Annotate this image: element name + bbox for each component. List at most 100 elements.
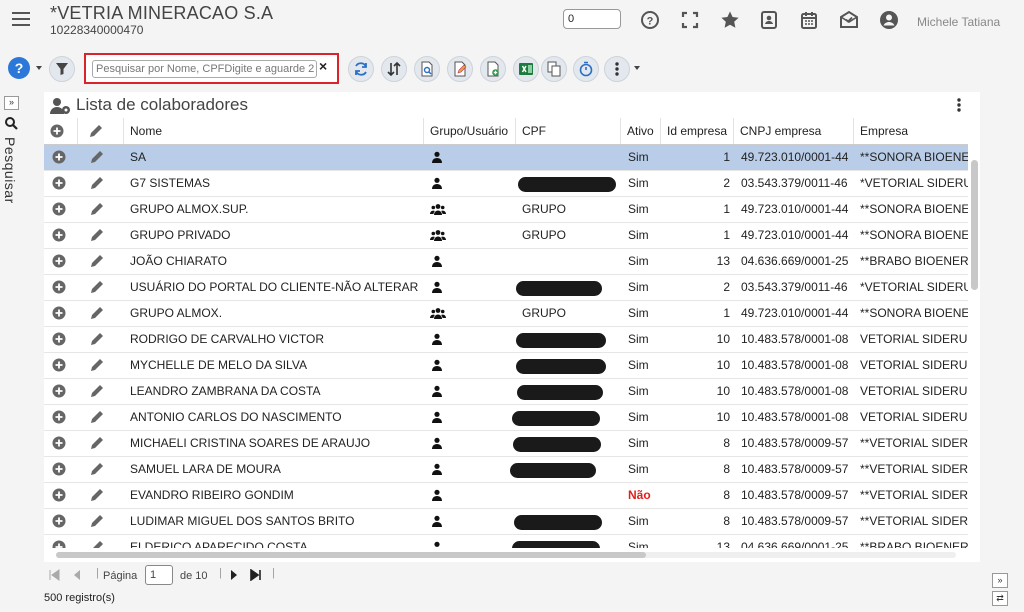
add-circle-icon[interactable]	[52, 176, 66, 190]
row-edit-cell[interactable]	[89, 145, 117, 174]
row-edit-cell[interactable]	[89, 301, 117, 330]
pencil-icon[interactable]	[89, 435, 105, 451]
table-row[interactable]: MYCHELLE DE MELO DA SILVA Sim 10 10.483.578…	[44, 353, 968, 379]
table-row[interactable]: G7 SISTEMAS Sim 2 03.543.379/0011-46 *VETORI…	[44, 171, 968, 197]
row-edit-cell[interactable]	[89, 457, 117, 486]
table-row[interactable]: RODRIGO DE CARVALHO VICTOR Sim 10 10.483.57…	[44, 327, 968, 353]
pencil-icon[interactable]	[89, 461, 105, 477]
table-row[interactable]: MICHAELI CRISTINA SOARES DE ARAUJO Sim 8 10…	[44, 431, 968, 457]
table-row[interactable]: USUÁRIO DO PORTAL DO CLIENTE-NÃO ALTERAR…	[44, 275, 968, 301]
table-row[interactable]: LUDIMAR MIGUEL DOS SANTOS BRITO Sim 8 10.48…	[44, 509, 968, 535]
pencil-icon[interactable]	[89, 149, 105, 165]
table-row[interactable]: SAMUEL LARA DE MOURA Sim 8 10.483.578/0009-…	[44, 457, 968, 483]
add-circle-icon[interactable]	[52, 306, 66, 320]
col-name[interactable]: Nome	[124, 118, 424, 144]
add-circle-icon[interactable]	[52, 358, 66, 372]
col-id-empresa[interactable]: Id empresa	[661, 118, 734, 144]
expand-right-button[interactable]: »	[992, 573, 1008, 588]
add-circle-icon[interactable]	[52, 462, 66, 476]
side-search-tab[interactable]: » Pesquisar	[0, 94, 20, 234]
add-circle-icon[interactable]	[52, 514, 66, 528]
menu-icon[interactable]	[12, 12, 30, 28]
vertical-scrollbar[interactable]	[971, 144, 979, 544]
chevron-down-icon[interactable]	[36, 66, 42, 70]
add-circle-icon[interactable]	[52, 332, 66, 346]
pencil-icon[interactable]	[89, 513, 105, 529]
next-page-icon[interactable]	[229, 569, 239, 581]
search-input[interactable]: Pesquisar por Nome, CPFDigite e aguarde …	[92, 60, 317, 78]
col-cpf[interactable]: CPF	[516, 118, 621, 144]
add-circle-icon[interactable]	[52, 488, 66, 502]
row-edit-cell[interactable]	[89, 223, 117, 252]
swap-icon[interactable]: ⇄	[992, 591, 1008, 606]
table-row[interactable]: GRUPO ALMOX.SUP. GRUPO Sim 1 49.723.010/0001…	[44, 197, 968, 223]
help-button[interactable]: ?	[8, 57, 30, 79]
pencil-icon[interactable]	[89, 253, 105, 269]
pencil-icon[interactable]	[89, 279, 105, 295]
row-edit-cell[interactable]	[89, 379, 117, 408]
add-circle-icon[interactable]	[50, 124, 64, 138]
col-cnpj[interactable]: CNPJ empresa	[734, 118, 854, 144]
table-row[interactable]: GRUPO PRIVADO GRUPO Sim 1 49.723.010/0001-44…	[44, 223, 968, 249]
user-avatar-icon[interactable]	[879, 10, 899, 30]
pencil-icon[interactable]	[89, 227, 105, 243]
pencil-icon[interactable]	[89, 409, 105, 425]
row-edit-cell[interactable]	[89, 535, 117, 548]
pencil-icon[interactable]	[89, 383, 105, 399]
table-row[interactable]: EVANDRO RIBEIRO GONDIM Não 8 10.483.578/000…	[44, 483, 968, 509]
prev-page-icon[interactable]	[72, 569, 82, 581]
pencil-icon[interactable]	[89, 305, 105, 321]
row-add-cell[interactable]	[52, 535, 80, 548]
vertical-scroll-thumb[interactable]	[971, 160, 978, 290]
table-row[interactable]: LEANDRO ZAMBRANA DA COSTA Sim 10 10.483.578…	[44, 379, 968, 405]
pencil-icon[interactable]	[89, 357, 105, 373]
expand-side-button[interactable]: »	[4, 96, 19, 110]
pencil-icon[interactable]	[89, 487, 105, 503]
col-empresa[interactable]: Empresa	[854, 118, 968, 144]
counter-input[interactable]: 0	[563, 9, 621, 29]
fullscreen-icon[interactable]	[680, 10, 700, 30]
panel-menu-icon[interactable]	[956, 97, 962, 113]
add-circle-icon[interactable]	[52, 254, 66, 268]
add-circle-icon[interactable]	[52, 540, 66, 548]
row-edit-cell[interactable]	[89, 171, 117, 200]
row-edit-cell[interactable]	[89, 405, 117, 434]
add-circle-icon[interactable]	[52, 280, 66, 294]
row-edit-cell[interactable]	[89, 431, 117, 460]
clear-search-icon[interactable]: ×	[319, 58, 327, 74]
contacts-icon[interactable]	[759, 10, 779, 30]
row-edit-cell[interactable]	[89, 327, 117, 356]
row-edit-cell[interactable]	[89, 353, 117, 382]
add-circle-icon[interactable]	[52, 228, 66, 242]
table-row[interactable]: ANTONIO CARLOS DO NASCIMENTO Sim 10 10.483.…	[44, 405, 968, 431]
pencil-icon[interactable]	[89, 539, 105, 548]
row-edit-cell[interactable]	[89, 483, 117, 512]
filter-button[interactable]	[49, 56, 75, 82]
last-page-icon[interactable]	[250, 569, 262, 581]
first-page-icon[interactable]	[48, 569, 60, 581]
table-row[interactable]: GRUPO ALMOX. GRUPO Sim 1 49.723.010/0001-44 *…	[44, 301, 968, 327]
mail-check-icon[interactable]	[839, 10, 859, 30]
row-edit-cell[interactable]	[89, 275, 117, 304]
col-ativo[interactable]: Ativo	[621, 118, 661, 144]
row-edit-cell[interactable]	[89, 197, 117, 226]
user-name[interactable]: Michele Tatiana	[917, 15, 1000, 29]
table-row[interactable]: JOÃO CHIARATO Sim 13 04.636.669/0001-25 **BR…	[44, 249, 968, 275]
pencil-icon[interactable]	[89, 175, 105, 191]
pencil-icon[interactable]	[89, 331, 105, 347]
table-row[interactable]: SA Sim 1 49.723.010/0001-44 **SONORA BIOENER…	[44, 145, 968, 171]
calendar-icon[interactable]	[799, 10, 819, 30]
row-edit-cell[interactable]	[89, 249, 117, 278]
row-edit-cell[interactable]	[89, 509, 117, 538]
pencil-icon[interactable]	[89, 201, 105, 217]
add-circle-icon[interactable]	[52, 202, 66, 216]
horizontal-scrollbar[interactable]	[56, 552, 956, 558]
col-grupo[interactable]: Grupo/Usuário	[424, 118, 516, 144]
add-circle-icon[interactable]	[52, 436, 66, 450]
add-circle-icon[interactable]	[52, 150, 66, 164]
page-input[interactable]: 1	[145, 565, 173, 585]
help-circle-icon[interactable]: ?	[640, 10, 660, 30]
horizontal-scroll-thumb[interactable]	[56, 552, 646, 558]
table-row[interactable]: ELDERICO APARECIDO COSTA Sim 13 04.636.669/…	[44, 535, 968, 548]
add-circle-icon[interactable]	[52, 410, 66, 424]
